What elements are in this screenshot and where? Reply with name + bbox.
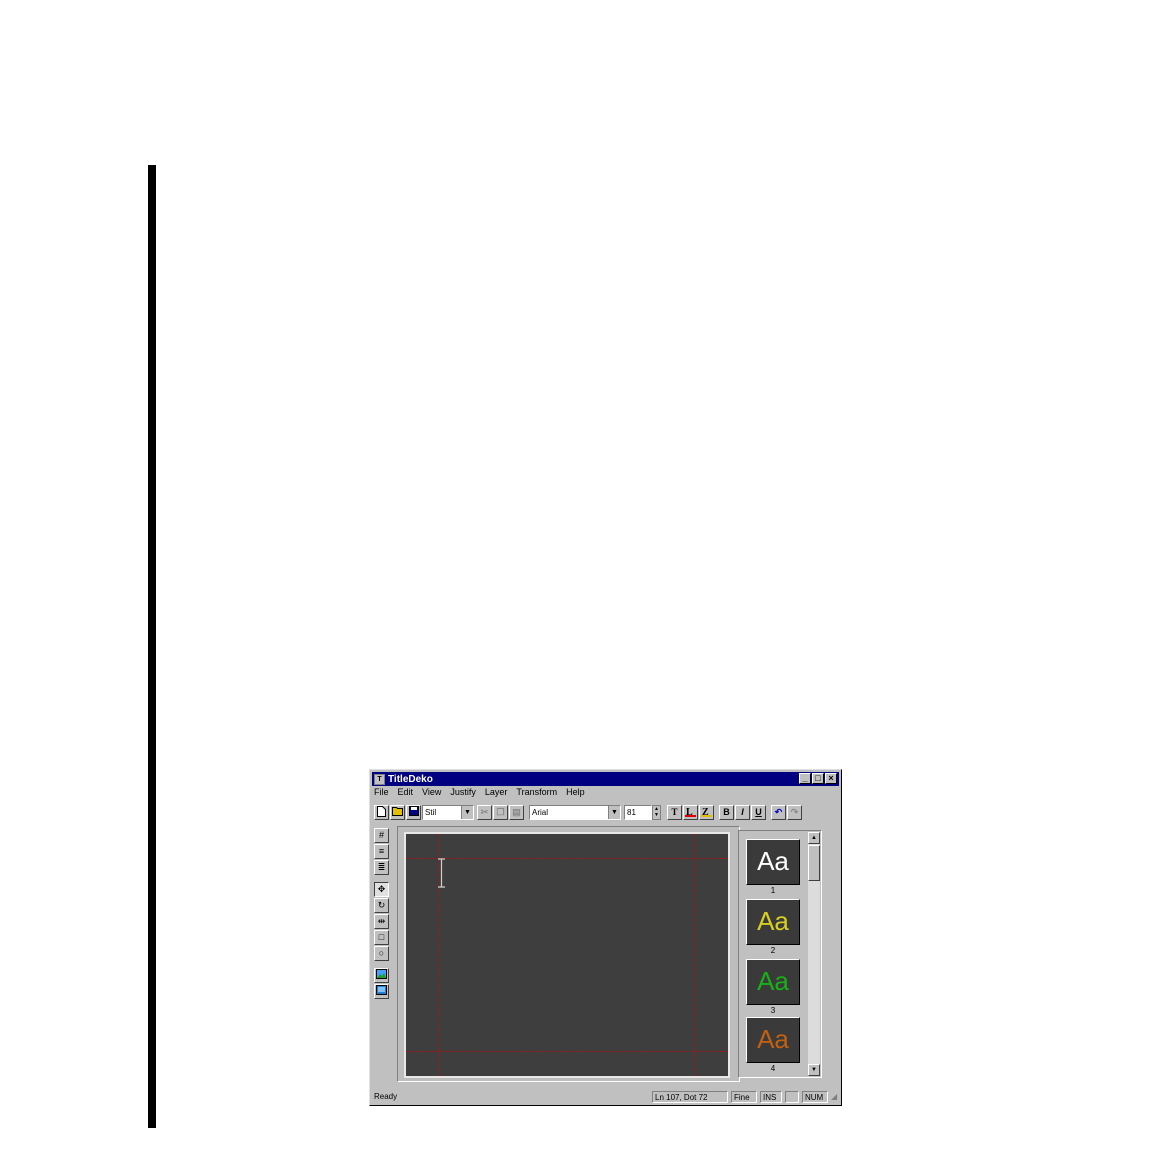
style-sample-number: 2 bbox=[770, 946, 776, 955]
title-canvas[interactable] bbox=[404, 832, 730, 1078]
close-button[interactable]: × bbox=[825, 773, 837, 784]
style-sample-label: Aa bbox=[757, 966, 789, 996]
status-num: NUM bbox=[802, 1091, 828, 1103]
font-size-spinner[interactable]: ▲ ▼ bbox=[652, 804, 661, 820]
style-sample-3[interactable]: Aa bbox=[746, 959, 800, 1005]
save-disk-icon[interactable] bbox=[406, 804, 421, 820]
grid-icon[interactable]: # bbox=[374, 828, 389, 843]
new-file-icon[interactable] bbox=[374, 804, 389, 820]
safe-area-guide bbox=[406, 1051, 728, 1052]
style-sample-label: Aa bbox=[757, 906, 789, 936]
style-sample-2[interactable]: Aa bbox=[746, 899, 800, 945]
move-icon[interactable]: ✥ bbox=[374, 882, 389, 897]
menu-transform[interactable]: Transform bbox=[516, 787, 557, 800]
font-select[interactable]: Arial ▼ bbox=[529, 804, 621, 820]
status-quality: Fine bbox=[731, 1091, 757, 1103]
resize-grip-icon[interactable]: ◢ bbox=[831, 1092, 841, 1102]
fill-color-icon[interactable]: Z bbox=[699, 804, 714, 820]
italic-button[interactable]: I bbox=[735, 804, 750, 820]
font-size-value: 81 bbox=[627, 807, 636, 817]
safe-area-guide bbox=[694, 834, 695, 1076]
open-folder-icon[interactable] bbox=[390, 804, 405, 820]
rotate-icon[interactable]: ↻ bbox=[374, 898, 389, 913]
status-bar: Ready Ln 107, Dot 72 Fine INS NUM ◢ bbox=[372, 1090, 841, 1104]
menu-view[interactable]: View bbox=[422, 787, 441, 800]
toolbar: Stil ▼ ✂ ❐ ▤ Arial ▼ 81 ▲ ▼ T L Z B I U ↶… bbox=[374, 803, 803, 821]
text-color-icon[interactable]: L bbox=[683, 804, 698, 820]
page-margin-rule bbox=[148, 165, 156, 1128]
undo-icon[interactable]: ↶ bbox=[771, 804, 786, 820]
chevron-down-icon[interactable]: ▼ bbox=[461, 805, 473, 819]
underline-button[interactable]: U bbox=[751, 804, 766, 820]
style-sample-number: 3 bbox=[770, 1006, 776, 1015]
style-sample-label: Aa bbox=[757, 1024, 789, 1054]
style-sample-number: 1 bbox=[770, 886, 776, 895]
font-size-field[interactable]: 81 bbox=[624, 804, 652, 820]
scroll-up-icon[interactable]: ▲ bbox=[808, 832, 820, 844]
style-sample-number: 4 bbox=[770, 1064, 776, 1073]
copy-icon[interactable]: ❐ bbox=[493, 804, 508, 820]
menu-layer[interactable]: Layer bbox=[485, 787, 508, 800]
ellipse-icon[interactable]: ○ bbox=[374, 946, 389, 961]
scroll-down-icon[interactable]: ▼ bbox=[808, 1064, 820, 1076]
app-window: T TitleDeko _ □ × File Edit View Justify… bbox=[369, 769, 842, 1106]
status-caps bbox=[785, 1091, 799, 1103]
style-select-value: Stil bbox=[425, 807, 437, 817]
style-sample-4[interactable]: Aa bbox=[746, 1017, 800, 1063]
safe-area-guide bbox=[406, 858, 728, 859]
font-select-value: Arial bbox=[532, 807, 549, 817]
left-toolbar: # ≡ ≣ ✥ ↻ ⇹ □ ○ bbox=[374, 828, 392, 1000]
cut-icon[interactable]: ✂ bbox=[477, 804, 492, 820]
menu-bar: File Edit View Justify Layer Transform H… bbox=[374, 787, 585, 800]
text-tool-button[interactable]: T bbox=[667, 804, 682, 820]
window-title: TitleDeko bbox=[388, 773, 433, 785]
align-center-icon[interactable]: ≣ bbox=[374, 860, 389, 875]
title-bar[interactable]: T TitleDeko _ □ × bbox=[372, 772, 839, 786]
minimize-button[interactable]: _ bbox=[799, 773, 811, 784]
image-icon[interactable] bbox=[374, 968, 389, 983]
style-select[interactable]: Stil ▼ bbox=[422, 804, 474, 820]
styles-scrollbar[interactable]: ▲ ▼ bbox=[808, 832, 820, 1076]
menu-justify[interactable]: Justify bbox=[450, 787, 476, 800]
menu-help[interactable]: Help bbox=[566, 787, 585, 800]
work-area bbox=[397, 826, 740, 1082]
background-icon[interactable] bbox=[374, 984, 389, 999]
status-position: Ln 107, Dot 72 bbox=[652, 1091, 728, 1103]
paste-icon[interactable]: ▤ bbox=[509, 804, 524, 820]
status-insert: INS bbox=[760, 1091, 782, 1103]
styles-panel: Aa 1 Aa 2 Aa 3 Aa 4 ▲ ▼ bbox=[738, 830, 822, 1078]
scroll-thumb[interactable] bbox=[808, 845, 820, 881]
style-sample-label: Aa bbox=[757, 846, 789, 876]
align-left-icon[interactable]: ≡ bbox=[374, 844, 389, 859]
rectangle-icon[interactable]: □ bbox=[374, 930, 389, 945]
app-icon[interactable]: T bbox=[374, 773, 385, 785]
chevron-down-icon[interactable]: ▼ bbox=[608, 805, 620, 819]
menu-edit[interactable]: Edit bbox=[398, 787, 414, 800]
style-sample-1[interactable]: Aa bbox=[746, 839, 800, 885]
bold-button[interactable]: B bbox=[719, 804, 734, 820]
mirror-icon[interactable]: ⇹ bbox=[374, 914, 389, 929]
status-message: Ready bbox=[374, 1092, 398, 1101]
maximize-button[interactable]: □ bbox=[812, 773, 824, 784]
text-caret-icon bbox=[438, 858, 445, 888]
menu-file[interactable]: File bbox=[374, 787, 389, 800]
redo-icon[interactable]: ↷ bbox=[787, 804, 802, 820]
